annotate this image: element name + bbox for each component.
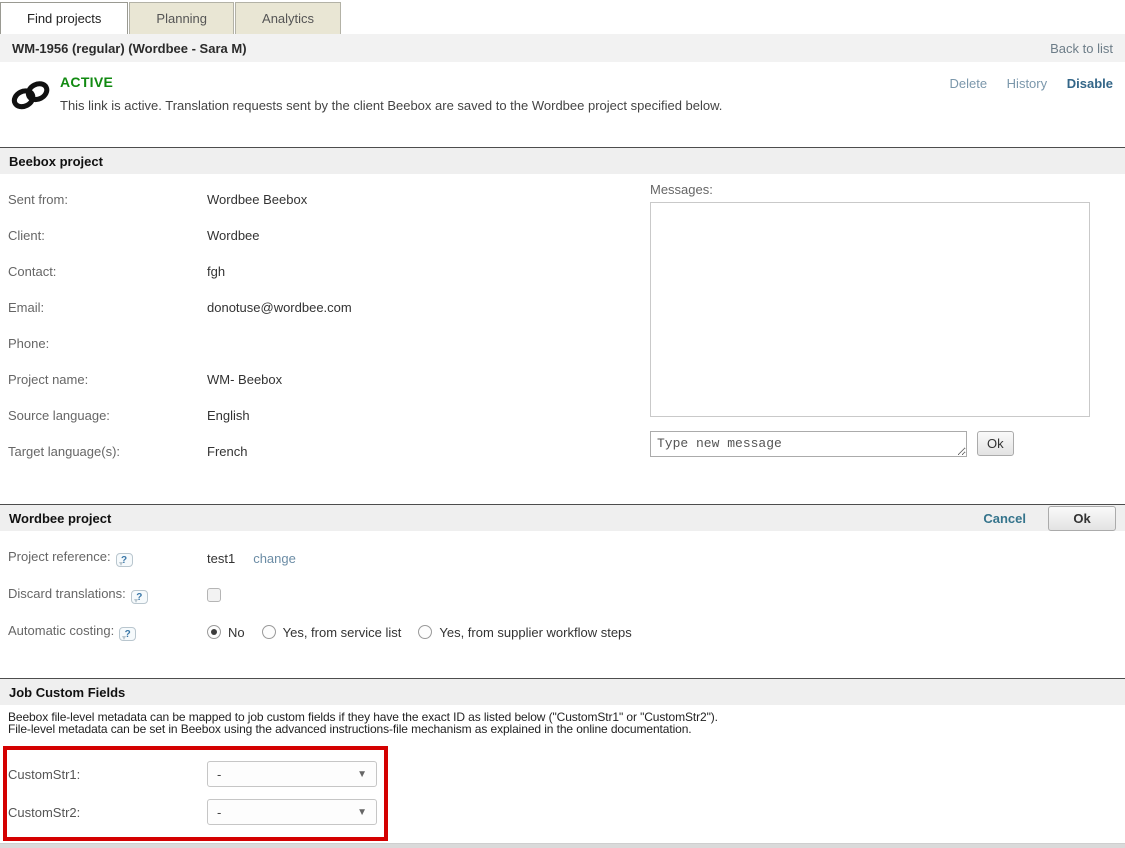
discard-translations-checkbox[interactable] (207, 588, 221, 602)
disable-link[interactable]: Disable (1067, 76, 1113, 91)
job-custom-fields-description: Beebox file-level metadata can be mapped… (8, 711, 1125, 735)
back-to-list-link[interactable]: Back to list (1050, 41, 1113, 56)
field-row-discard-translations: Discard translations:? (8, 584, 1125, 606)
field-label: Project name: (8, 372, 207, 387)
messages-label: Messages: (650, 182, 1090, 197)
field-value: donotuse@wordbee.com (207, 300, 352, 315)
page: Find projects Planning Analytics WM-1956… (0, 0, 1125, 848)
cancel-link[interactable]: Cancel (983, 511, 1026, 526)
help-icon[interactable]: ? (116, 553, 133, 567)
beebox-section-content: Sent from: Wordbee Beebox Client: Wordbe… (0, 174, 1125, 504)
history-link[interactable]: History (1007, 76, 1047, 91)
project-reference-label: Project reference: (8, 549, 111, 564)
radio-label[interactable]: No (228, 625, 245, 640)
job-custom-fields-title: Job Custom Fields (9, 685, 125, 700)
radio-label[interactable]: Yes, from service list (283, 625, 402, 640)
delete-link[interactable]: Delete (949, 76, 987, 91)
messages-panel: Messages: Ok (650, 182, 1090, 457)
link-status-block: ACTIVE This link is active. Translation … (0, 62, 1125, 147)
tab-find-projects[interactable]: Find projects (0, 2, 128, 34)
field-label: Discard translations:? (8, 586, 207, 604)
costing-radio-group: No Yes, from service list Yes, from supp… (207, 625, 642, 640)
tab-analytics[interactable]: Analytics (235, 2, 341, 34)
status-actions: Delete History Disable (933, 76, 1113, 91)
chain-link-icon (8, 75, 54, 115)
job-custom-fields-header: Job Custom Fields (0, 678, 1125, 705)
wordbee-section-content: Project reference:? test1 change Discard… (0, 531, 1125, 678)
field-label: Sent from: (8, 192, 207, 207)
field-label: Project reference:? (8, 549, 207, 567)
customstr1-dropdown[interactable]: - ▼ (207, 761, 377, 787)
field-label: Client: (8, 228, 207, 243)
source-language-value: English (207, 408, 250, 423)
help-icon[interactable]: ? (119, 627, 136, 641)
field-row-project-reference: Project reference:? test1 change (8, 547, 1125, 569)
help-icon[interactable]: ? (131, 590, 148, 604)
bottom-divider (0, 843, 1125, 848)
field-value: WM- Beebox (207, 372, 282, 387)
red-highlight-annotation: CustomStr1: - ▼ CustomStr2: - ▼ (3, 746, 388, 841)
change-link[interactable]: change (253, 551, 296, 566)
chevron-down-icon: ▼ (357, 807, 367, 818)
field-label: Source language: (8, 408, 207, 423)
field-value: Wordbee Beebox (207, 192, 307, 207)
new-message-input[interactable] (650, 431, 967, 457)
radio-label[interactable]: Yes, from supplier workflow steps (439, 625, 631, 640)
field-label: Phone: (8, 336, 207, 351)
messages-list-box (650, 202, 1090, 417)
field-label: Contact: (8, 264, 207, 279)
automatic-costing-label: Automatic costing: (8, 623, 114, 638)
description-line-2: File-level metadata can be set in Beebox… (8, 723, 1125, 735)
wordbee-section-title: Wordbee project (9, 511, 111, 526)
field-row-automatic-costing: Automatic costing:? No Yes, from service… (8, 621, 1125, 643)
beebox-section-header: Beebox project (0, 147, 1125, 174)
page-title: WM-1956 (regular) (Wordbee - Sara M) (12, 41, 247, 56)
title-bar: WM-1956 (regular) (Wordbee - Sara M) Bac… (0, 34, 1125, 62)
radio-yes-supplier-workflow[interactable] (418, 625, 432, 639)
wordbee-section-header: Wordbee project Cancel Ok (0, 504, 1125, 531)
project-reference-value: test1 (207, 551, 235, 566)
radio-yes-service-list[interactable] (262, 625, 276, 639)
customstr1-label: CustomStr1: (8, 767, 207, 782)
status-description: This link is active. Translation request… (60, 98, 1113, 113)
tab-planning[interactable]: Planning (129, 2, 234, 34)
field-row-customstr2: CustomStr2: - ▼ (8, 793, 384, 831)
field-label: Email: (8, 300, 207, 315)
job-custom-fields-content: Beebox file-level metadata can be mapped… (0, 705, 1125, 841)
message-ok-button[interactable]: Ok (977, 431, 1014, 456)
beebox-section-title: Beebox project (9, 154, 103, 169)
customstr2-dropdown[interactable]: - ▼ (207, 799, 377, 825)
customstr1-selected-value: - (217, 767, 221, 782)
tab-bar: Find projects Planning Analytics (0, 0, 1125, 34)
discard-translations-label: Discard translations: (8, 586, 126, 601)
customstr2-selected-value: - (217, 805, 221, 820)
chevron-down-icon: ▼ (357, 769, 367, 780)
field-label: Target language(s): (8, 444, 207, 459)
radio-no[interactable] (207, 625, 221, 639)
field-label: Automatic costing:? (8, 623, 207, 641)
wordbee-ok-button[interactable]: Ok (1048, 506, 1116, 531)
field-value: fgh (207, 264, 225, 279)
field-value: Wordbee (207, 228, 260, 243)
target-language-value: French (207, 444, 247, 459)
customstr2-label: CustomStr2: (8, 805, 207, 820)
field-row-customstr1: CustomStr1: - ▼ (8, 755, 384, 793)
